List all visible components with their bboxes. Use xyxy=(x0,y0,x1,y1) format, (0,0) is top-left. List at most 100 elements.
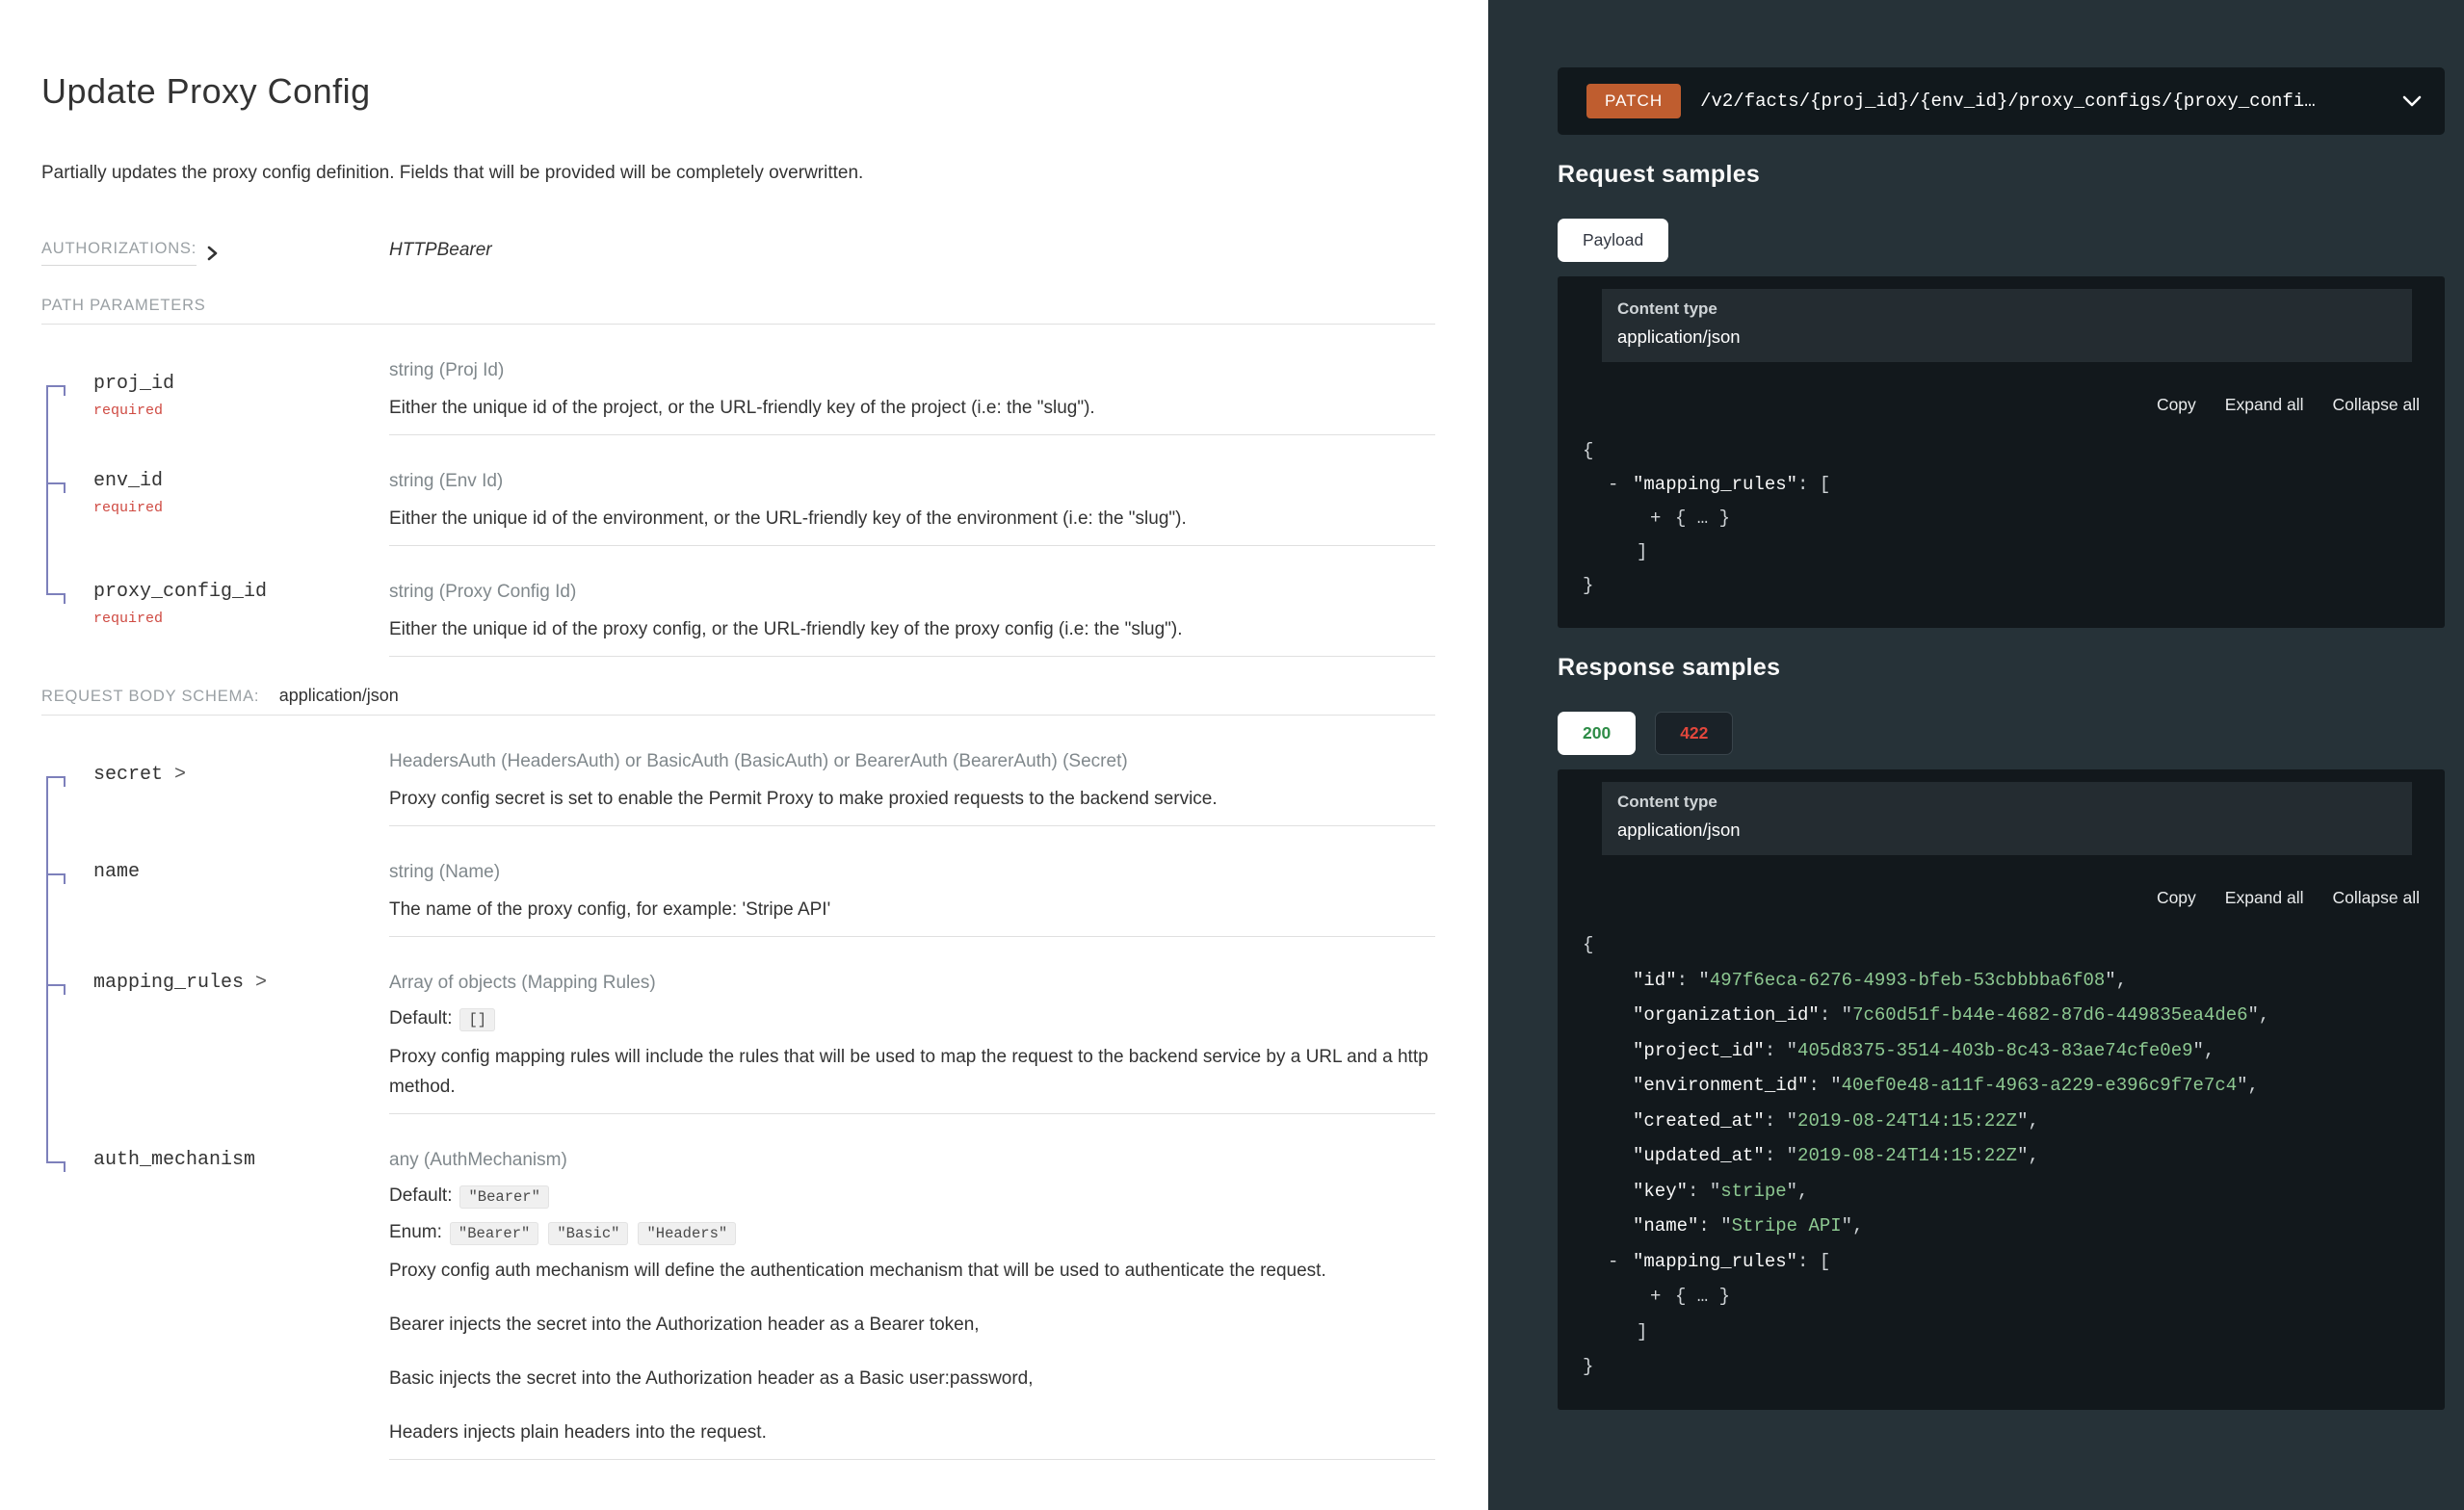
tab-200[interactable]: 200 xyxy=(1558,712,1636,755)
enum-value-badge: "Basic" xyxy=(548,1222,628,1245)
endpoint-description: Partially updates the proxy config defin… xyxy=(41,160,1435,187)
parameter-description: Proxy config mapping rules will include … xyxy=(389,1042,1435,1102)
request-code-sample: {-"mapping_rules": [+{ … }]} xyxy=(1583,434,2420,603)
content-type-value: application/json xyxy=(1617,325,2397,349)
code-line: "id": "497f6eca-6276-4993-bfeb-53cbbbba6… xyxy=(1583,963,2420,999)
endpoint-dropdown[interactable]: PATCH /v2/facts/{proj_id}/{env_id}/proxy… xyxy=(1558,67,2445,135)
parameter-name-cell: mapping_rules > xyxy=(41,937,389,1114)
default-label: Default: xyxy=(389,1185,452,1206)
parameter-definition: string (Name)The name of the proxy confi… xyxy=(389,826,1435,937)
chevron-right-icon[interactable]: > xyxy=(244,972,267,994)
expand-all-action[interactable]: Expand all xyxy=(2225,888,2304,907)
json-key: "key" xyxy=(1633,1181,1688,1202)
parameter-name-cell: auth_mechanism xyxy=(41,1114,389,1460)
json-punctuation: ", xyxy=(2017,1110,2039,1132)
parameter-type: string (Env Id) xyxy=(389,467,1435,496)
page-title: Update Proxy Config xyxy=(41,70,1435,113)
json-string: 40ef0e48-a11f-4963-a229-e396c9f7e7c4 xyxy=(1842,1075,2237,1096)
json-punctuation: : " xyxy=(1765,1145,1797,1166)
path-parameters-table: proj_idrequiredstring (Proj Id) Either th… xyxy=(41,325,1435,657)
json-punctuation: ", xyxy=(1787,1181,1809,1202)
chevron-right-icon[interactable]: > xyxy=(163,764,186,786)
enum-value-badge: "Headers" xyxy=(638,1222,736,1245)
default-value-badge: "Bearer" xyxy=(459,1185,548,1209)
request-code-actions: Copy Expand all Collapse all xyxy=(1583,395,2420,415)
parameter-description: Proxy config auth mechanism will define … xyxy=(389,1256,1435,1286)
copy-action[interactable]: Copy xyxy=(2157,395,2196,414)
expand-all-action[interactable]: Expand all xyxy=(2225,395,2304,414)
expand-toggle[interactable]: + xyxy=(1650,502,1675,535)
parameter-name[interactable]: secret > xyxy=(93,764,186,786)
json-key: "project_id" xyxy=(1633,1040,1765,1061)
json-punctuation: { xyxy=(1583,440,1593,461)
parameter-description-extra: Basic injects the secret into the Author… xyxy=(389,1364,1435,1393)
code-line: } xyxy=(1583,569,2420,603)
enum-value-badge: "Bearer" xyxy=(450,1222,538,1245)
json-punctuation: ", xyxy=(2105,970,2127,991)
json-punctuation: ] xyxy=(1637,541,1647,562)
json-punctuation: : [ xyxy=(1797,1251,1830,1272)
json-punctuation: : [ xyxy=(1797,474,1830,495)
parameter-row-env_id: env_idrequiredstring (Env Id) Either the … xyxy=(41,435,1435,546)
request-samples-tabs: Payload xyxy=(1558,219,2445,262)
required-label: required xyxy=(93,500,370,516)
json-punctuation: : " xyxy=(1698,1215,1731,1237)
tab-payload[interactable]: Payload xyxy=(1558,219,1668,262)
expand-toggle[interactable]: + xyxy=(1650,1279,1675,1315)
path-parameters-label: PATH PARAMETERS xyxy=(41,297,206,314)
code-line: ] xyxy=(1583,1315,2420,1350)
json-punctuation: } xyxy=(1583,1356,1593,1377)
json-punctuation: : " xyxy=(1688,1181,1720,1202)
json-punctuation: { … } xyxy=(1675,508,1730,529)
code-line: "name": "Stripe API", xyxy=(1583,1209,2420,1244)
parameter-definition: Array of objects (Mapping Rules)Default:… xyxy=(389,937,1435,1114)
json-string: 2019-08-24T14:15:22Z xyxy=(1797,1145,2017,1166)
json-punctuation: : " xyxy=(1765,1110,1797,1132)
json-key: "id" xyxy=(1633,970,1677,991)
parameter-type: string (Proj Id) xyxy=(389,356,1435,385)
json-string: stripe xyxy=(1720,1181,1786,1202)
parameter-description: The name of the proxy config, for exampl… xyxy=(389,895,1435,924)
json-punctuation: ", xyxy=(2193,1040,2215,1061)
parameter-row-name: namestring (Name)The name of the proxy c… xyxy=(41,826,1435,937)
parameter-definition: string (Env Id) Either the unique id of t… xyxy=(389,435,1435,546)
json-punctuation: : " xyxy=(1820,1004,1852,1026)
chevron-down-icon[interactable] xyxy=(2389,95,2422,107)
collapse-all-action[interactable]: Collapse all xyxy=(2333,395,2420,414)
parameter-name-cell: env_idrequired xyxy=(41,435,389,546)
collapse-toggle[interactable]: - xyxy=(1608,468,1633,502)
authorization-scheme-link[interactable]: HTTPBearer xyxy=(389,240,492,261)
json-key: "environment_id" xyxy=(1633,1075,1808,1096)
parameter-name-cell: proj_idrequired xyxy=(41,325,389,435)
copy-action[interactable]: Copy xyxy=(2157,888,2196,907)
tab-422[interactable]: 422 xyxy=(1655,712,1733,755)
chevron-right-icon[interactable] xyxy=(206,245,219,262)
authorizations-label-wrap: AUTHORIZATIONS: xyxy=(41,240,389,266)
parameter-name[interactable]: mapping_rules > xyxy=(93,972,267,994)
json-punctuation: : " xyxy=(1808,1075,1841,1096)
json-key: "mapping_rules" xyxy=(1633,474,1797,495)
code-line: -"mapping_rules": [ xyxy=(1583,468,2420,502)
json-key: "created_at" xyxy=(1633,1110,1765,1132)
response-content-type-box[interactable]: Content type application/json xyxy=(1602,782,2412,855)
required-label: required xyxy=(93,611,370,627)
json-key: "mapping_rules" xyxy=(1633,1251,1797,1272)
parameter-description: Proxy config secret is set to enable the… xyxy=(389,784,1435,814)
json-punctuation: } xyxy=(1583,575,1593,596)
code-line: { xyxy=(1583,434,2420,468)
parameter-type: any (AuthMechanism) xyxy=(389,1146,1435,1175)
request-body-table: secret >HeadersAuth (HeadersAuth) or Bas… xyxy=(41,716,1435,1460)
code-line: } xyxy=(1583,1349,2420,1385)
samples-panel: PATCH /v2/facts/{proj_id}/{env_id}/proxy… xyxy=(1488,0,2464,1510)
code-line: "key": "stripe", xyxy=(1583,1174,2420,1210)
json-punctuation: ", xyxy=(1842,1215,1864,1237)
collapse-all-action[interactable]: Collapse all xyxy=(2333,888,2420,907)
code-line: { xyxy=(1583,927,2420,963)
code-line: "project_id": "405d8375-3514-403b-8c43-8… xyxy=(1583,1033,2420,1069)
parameter-row-proj_id: proj_idrequiredstring (Proj Id)Either th… xyxy=(41,325,1435,435)
parameter-description: Either the unique id of the environment,… xyxy=(389,504,1435,534)
enum-label: Enum: xyxy=(389,1222,442,1242)
collapse-toggle[interactable]: - xyxy=(1608,1244,1633,1280)
request-content-type-box[interactable]: Content type application/json xyxy=(1602,289,2412,362)
request-body-schema-label: REQUEST BODY SCHEMA: xyxy=(41,688,259,705)
